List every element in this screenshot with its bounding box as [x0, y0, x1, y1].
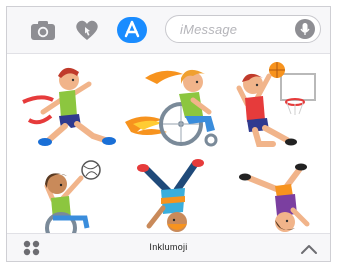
- sticker-breakdancer[interactable]: [121, 158, 217, 233]
- sticker-wheelchair-volleyball[interactable]: [23, 158, 115, 233]
- imessage-app-drawer: iMessage Inklumoji: [6, 6, 331, 262]
- chevron-up-icon[interactable]: [300, 242, 318, 254]
- app-drawer-bar: Inklumoji: [7, 233, 330, 261]
- sticker-basketball-player[interactable]: [229, 58, 327, 152]
- sticker-wheelchair-racer[interactable]: [123, 60, 227, 152]
- message-input[interactable]: iMessage: [165, 15, 321, 43]
- microphone-icon[interactable]: [295, 19, 315, 39]
- heart-touch-icon[interactable]: [73, 18, 101, 42]
- message-placeholder: iMessage: [180, 22, 238, 37]
- sticker-runner[interactable]: [21, 60, 121, 152]
- message-toolbar: iMessage: [7, 7, 330, 54]
- app-name-label: Inklumoji: [149, 242, 188, 252]
- camera-icon[interactable]: [29, 18, 57, 42]
- sticker-grid: [7, 54, 330, 233]
- app-store-icon[interactable]: [117, 17, 147, 43]
- sticker-cartwheel-kid[interactable]: [229, 158, 325, 233]
